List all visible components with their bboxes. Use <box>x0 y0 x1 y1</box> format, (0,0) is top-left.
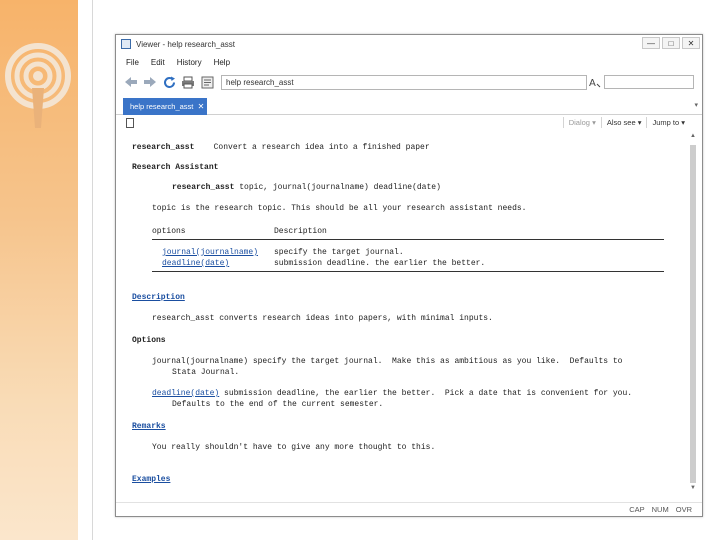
option-journal-desc: specify the target journal. <box>274 248 404 257</box>
back-arrow-icon <box>125 77 137 87</box>
back-button[interactable] <box>124 75 138 89</box>
window-title: Viewer - help research_asst <box>136 39 236 49</box>
table-rule-bottom <box>152 271 664 272</box>
minimize-button[interactable]: — <box>642 37 660 49</box>
option-journal-detail-cont: Stata Journal. <box>172 368 240 377</box>
app-icon <box>121 39 131 49</box>
description-text: research_asst converts research ideas in… <box>152 314 493 323</box>
status-bar: CAP NUM OVR <box>116 502 702 516</box>
search-group: A <box>589 75 694 89</box>
slide-divider <box>92 0 93 540</box>
option-deadline-detail-cont: Defaults to the end of the current semes… <box>172 400 384 409</box>
podcast-logo-icon <box>5 43 71 128</box>
option-deadline-link[interactable]: deadline(date) <box>162 259 229 268</box>
scroll-up-arrow-icon[interactable]: ▲ <box>688 133 698 143</box>
menu-edit[interactable]: Edit <box>151 58 165 67</box>
menu-help[interactable]: Help <box>214 58 230 67</box>
topic-line: topic is the research topic. This should… <box>152 204 527 213</box>
scroll-down-arrow-icon[interactable]: ▼ <box>688 485 698 495</box>
tab-bar: help research_asst ✕ ▾ <box>116 97 702 115</box>
find-button[interactable] <box>200 75 214 89</box>
print-icon <box>182 76 194 88</box>
vertical-scrollbar[interactable]: ▲ ▼ <box>688 133 698 495</box>
close-button[interactable]: ✕ <box>682 37 700 49</box>
table-rule-top <box>152 239 664 240</box>
viewer-window: Viewer - help research_asst — □ ✕ File E… <box>115 34 703 517</box>
svg-text:A: A <box>589 78 596 88</box>
menu-bar: File Edit History Help <box>116 55 702 69</box>
options-table-header-right: Description <box>274 227 327 236</box>
title-bar: Viewer - help research_asst — □ ✕ <box>116 35 702 53</box>
refresh-icon <box>163 76 175 88</box>
status-cap: CAP <box>629 505 645 514</box>
section-research-assistant: Research Assistant <box>132 163 219 172</box>
scroll-thumb[interactable] <box>690 145 696 483</box>
option-deadline-detail: deadline(date) submission deadline, the … <box>152 389 633 398</box>
status-num: NUM <box>651 505 669 514</box>
section-remarks[interactable]: Remarks <box>132 422 166 431</box>
option-deadline-desc: submission deadline. the earlier the bet… <box>274 259 486 268</box>
option-journal-detail: journal(journalname) specify the target … <box>152 357 623 366</box>
section-options: Options <box>132 336 166 345</box>
remarks-text: You really shouldn't have to give any mo… <box>152 443 436 452</box>
forward-button[interactable] <box>143 75 157 89</box>
find-text-icon: A <box>589 78 601 88</box>
maximize-button[interactable]: □ <box>662 37 680 49</box>
status-indicators: CAP NUM OVR <box>629 505 692 514</box>
tab-help-research-asst[interactable]: help research_asst ✕ <box>123 98 208 115</box>
viewer-bar: Dialog ▾ Also see ▾ Jump to ▾ <box>116 115 702 131</box>
section-description[interactable]: Description <box>132 293 185 302</box>
help-content: research_asst Convert a research idea in… <box>124 133 682 495</box>
refresh-button[interactable] <box>162 75 176 89</box>
forward-arrow-icon <box>144 77 156 87</box>
status-ovr: OVR <box>675 505 692 514</box>
dialog-button[interactable]: Dialog ▾ <box>562 117 601 128</box>
tab-label: help research_asst <box>130 102 194 111</box>
syntax-line: research_asst topic, journal(journalname… <box>172 183 441 192</box>
menu-file[interactable]: File <box>126 58 139 67</box>
options-table-header-left: options <box>152 227 186 236</box>
help-title: research_asst Convert a research idea in… <box>132 143 430 152</box>
menu-history[interactable]: History <box>177 58 202 67</box>
print-button[interactable] <box>181 75 195 89</box>
find-icon <box>201 76 213 88</box>
search-input[interactable] <box>604 75 694 89</box>
tab-close-icon[interactable]: ✕ <box>198 98 205 115</box>
option-journal-link[interactable]: journal(journalname) <box>162 248 258 257</box>
document-icon <box>126 118 134 128</box>
command-input[interactable] <box>221 74 587 90</box>
section-examples[interactable]: Examples <box>132 475 170 484</box>
also-see-button[interactable]: Also see ▾ <box>600 117 647 128</box>
tab-list-chevron-icon[interactable]: ▾ <box>694 101 698 109</box>
window-controls: — □ ✕ <box>642 37 700 49</box>
viewer-actions: Dialog ▾ Also see ▾ Jump to ▾ <box>562 117 690 128</box>
jump-to-button[interactable]: Jump to ▾ <box>646 117 690 128</box>
